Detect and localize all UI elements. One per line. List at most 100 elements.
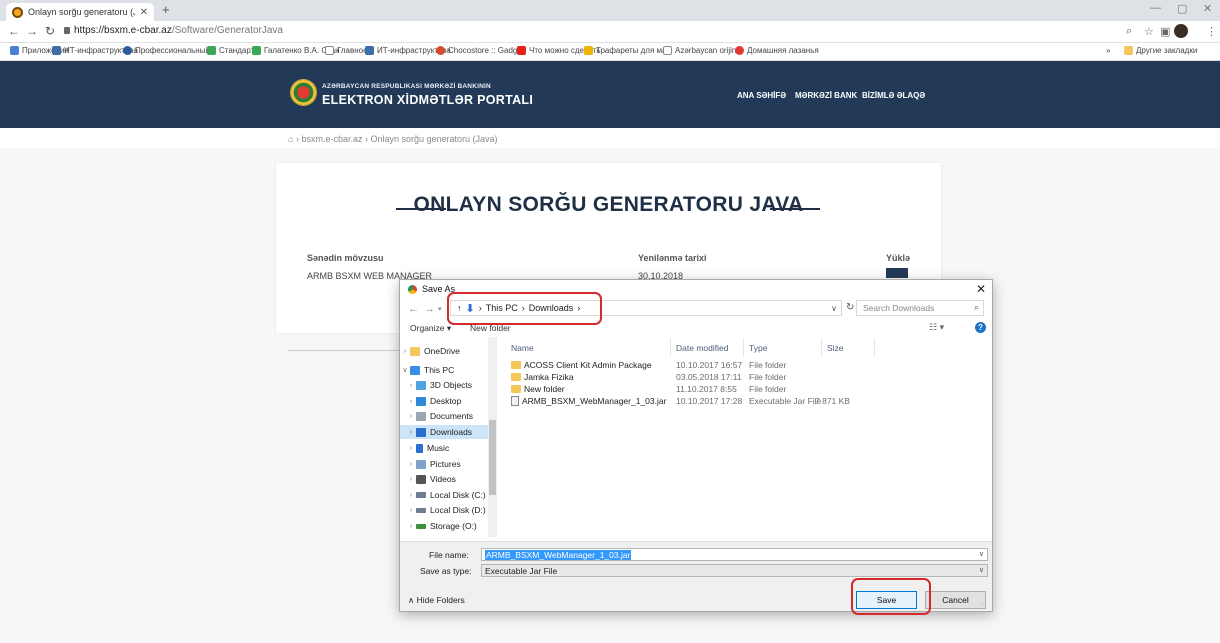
file-name-label: File name: (429, 550, 469, 560)
tree-scrollbar-thumb[interactable] (489, 420, 496, 495)
menu-icon[interactable]: ⋮ (1206, 25, 1217, 38)
profile-avatar[interactable] (1174, 24, 1188, 38)
folder-icon (511, 385, 521, 393)
tab-close-icon[interactable]: ✕ (140, 7, 148, 18)
annotation-save-highlight (851, 578, 931, 615)
tree-item-disk-c[interactable]: › Local Disk (C:) (400, 488, 488, 502)
tree-item-storage-o[interactable]: › Storage (O:) (400, 519, 488, 533)
chevron-down-icon[interactable]: ∨ (979, 566, 984, 574)
url-host: https://bsxm.e-cbar.az (74, 25, 172, 36)
tree-item-documents[interactable]: › Documents (400, 409, 488, 423)
nav-central-bank[interactable]: MƏRKƏZİ BANK (795, 91, 857, 100)
browser-toolbar: ← → ↻ https://bsxm.e-cbar.az/Software/Ge… (0, 21, 1220, 43)
zoom-icon[interactable]: ⌕ (1126, 25, 1132, 38)
chrome-icon (408, 284, 417, 294)
file-name-input[interactable]: ARMB_BSXM_WebManager_1_03.jar ∨ (481, 548, 988, 561)
save-type-select[interactable]: Executable Jar File ∨ (481, 564, 988, 577)
cube-icon (416, 380, 426, 390)
save-type-label: Save as type: (420, 566, 472, 576)
tree-item-3d-objects[interactable]: › 3D Objects (400, 378, 488, 392)
help-icon[interactable]: ? (975, 322, 986, 333)
bookmark-item[interactable]: Chocostore :: Gadge (436, 46, 522, 55)
documents-icon (416, 411, 426, 421)
browser-tab-strip: Onlayn sorğu generatoru (Java) ✕ + — ▢ ✕ (0, 0, 1220, 21)
bookmark-item[interactable]: Главное (325, 46, 368, 55)
column-name[interactable]: Name (511, 343, 534, 353)
computer-icon (410, 365, 420, 375)
jar-file-icon (511, 396, 519, 406)
bookmark-item[interactable]: Домашняя лазанья (735, 46, 819, 55)
bookmark-star-icon[interactable]: ☆ (1144, 25, 1154, 38)
save-as-dialog: Save As ✕ ← → ▾ ↑ ⬇ › This PC › Download… (399, 279, 993, 612)
dialog-back-icon[interactable]: ← (408, 303, 419, 315)
minimize-icon[interactable]: — (1150, 2, 1161, 14)
address-bar[interactable]: https://bsxm.e-cbar.az/Software/Generato… (64, 25, 283, 36)
dialog-close-icon[interactable]: ✕ (976, 282, 986, 296)
bookmark-item[interactable]: Azərbaycan orijinal (663, 46, 743, 55)
network-drive-icon (416, 523, 426, 529)
folder-icon (511, 373, 521, 381)
nav-contact[interactable]: BİZİMLƏ ƏLAQƏ (862, 91, 925, 100)
column-divider[interactable] (743, 338, 744, 356)
resize-grip-icon[interactable]: ⋰ (980, 599, 987, 607)
column-divider[interactable] (670, 338, 671, 356)
reload-icon[interactable]: ↻ (45, 24, 55, 38)
col-subject-header: Sənədin mövzusu (307, 253, 384, 263)
chevron-down-icon[interactable]: ∨ (979, 550, 984, 558)
tree-item-pictures[interactable]: › Pictures (400, 457, 488, 471)
hide-folders-toggle[interactable]: ∧ Hide Folders (408, 595, 465, 606)
breadcrumb-root[interactable]: bsxm.e-cbar.az (301, 134, 362, 144)
extension-icon[interactable]: ▣ (1160, 25, 1170, 38)
back-icon[interactable]: ← (8, 24, 20, 38)
browser-tab[interactable]: Onlayn sorğu generatoru (Java) ✕ (6, 3, 154, 21)
column-divider[interactable] (821, 338, 822, 356)
col-download-header: Yüklə (886, 253, 911, 263)
view-options-icon[interactable]: ☷ ▾ (929, 322, 944, 333)
dialog-forward-icon[interactable]: → (424, 303, 435, 315)
refresh-icon[interactable]: ↻ (846, 302, 854, 313)
bookmark-item[interactable]: Трафареты для мат (584, 46, 670, 55)
site-favicon-icon (12, 6, 23, 18)
bank-name: AZƏRBAYCAN RESPUBLIKASI MƏRKƏZİ BANKININ (322, 83, 491, 90)
portal-name[interactable]: ELEKTRON XİDMƏTLƏR PORTALI (322, 93, 533, 107)
folder-icon (410, 346, 420, 356)
column-divider[interactable] (874, 338, 875, 356)
chevron-up-icon: ∧ (408, 595, 415, 605)
tree-item-downloads[interactable]: › Downloads (400, 425, 488, 439)
tree-item-disk-d[interactable]: › Local Disk (D:) (400, 503, 488, 517)
navigation-pane: › OneDrive ∨ This PC › 3D Objects › Desktop … (400, 337, 497, 537)
other-bookmarks[interactable]: Другие закладки (1124, 46, 1197, 55)
download-button[interactable] (886, 268, 908, 278)
cancel-button[interactable]: Cancel (925, 591, 986, 609)
bookmarks-bar: Приложения ИТ-инфраструктура Профессиона… (0, 43, 1220, 61)
column-type[interactable]: Type (749, 343, 767, 353)
recent-locations-icon[interactable]: ▾ (438, 305, 442, 313)
url-path: /Software/GeneratorJava (171, 25, 283, 36)
page-title: ONLAYN SORĞU GENERATORU JAVA (413, 193, 804, 216)
desktop-icon (416, 396, 426, 406)
search-icon: ⌕ (974, 302, 980, 312)
dialog-titlebar: Save As (408, 284, 455, 294)
maximize-icon[interactable]: ▢ (1177, 2, 1187, 15)
bookmarks-overflow-icon[interactable]: » (1106, 46, 1110, 55)
tree-item-desktop[interactable]: › Desktop (400, 394, 488, 408)
organize-menu[interactable]: Organize ▾ (410, 323, 451, 334)
annotation-path-highlight (447, 292, 602, 325)
home-icon[interactable]: ⌂ (288, 134, 293, 144)
close-window-icon[interactable]: ✕ (1203, 2, 1212, 15)
downloads-icon (416, 427, 426, 437)
column-size[interactable]: Size (827, 343, 844, 353)
bookmark-item[interactable]: Профессиональный (123, 46, 210, 55)
column-date[interactable]: Date modified (676, 343, 728, 353)
forward-icon[interactable]: → (26, 24, 38, 38)
path-dropdown-icon[interactable]: ∨ (831, 304, 837, 313)
tree-item-onedrive[interactable]: › OneDrive (400, 344, 488, 358)
coat-of-arms-logo[interactable] (290, 79, 317, 106)
tree-item-music[interactable]: › Music (400, 441, 488, 455)
tree-item-videos[interactable]: › Videos (400, 472, 488, 486)
search-downloads-input[interactable]: Search Downloads (856, 300, 984, 316)
tree-item-this-pc[interactable]: ∨ This PC (400, 363, 488, 377)
new-tab-icon[interactable]: + (162, 2, 170, 17)
folder-icon (511, 361, 521, 369)
nav-home[interactable]: ANA SƏHİFƏ (737, 91, 786, 100)
